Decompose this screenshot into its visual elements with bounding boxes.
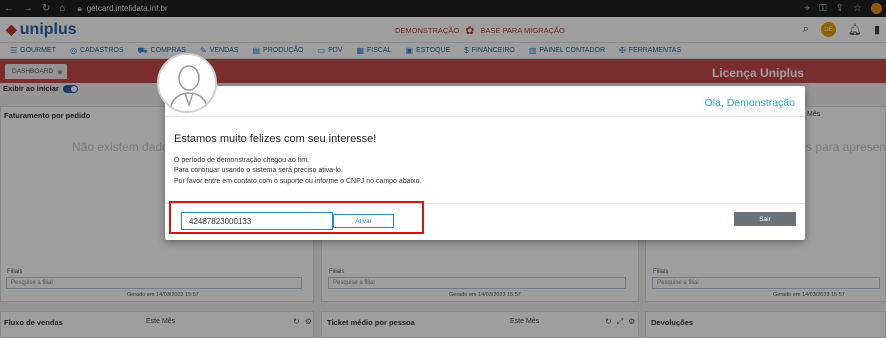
divider [165, 116, 805, 117]
modal-message-line-3: Por favor entre em contato com o suporte… [174, 178, 422, 185]
user-avatar-large [157, 53, 217, 113]
cnpj-input[interactable] [181, 212, 333, 230]
sair-button[interactable]: Sair [734, 212, 796, 226]
modal-heading: Estamos muito felizes com seu interesse! [174, 133, 377, 145]
modal-greeting: Olá, Demonstração [704, 97, 795, 109]
modal-message-line-2: Para continuar usando o sistema será pre… [174, 167, 343, 174]
ativar-button[interactable]: Ativar [333, 214, 394, 228]
modal-message-line-1: O período de demonstração chegou ao fim. [174, 157, 310, 164]
activation-modal: Olá, Demonstração Estamos muito felizes … [165, 86, 805, 240]
